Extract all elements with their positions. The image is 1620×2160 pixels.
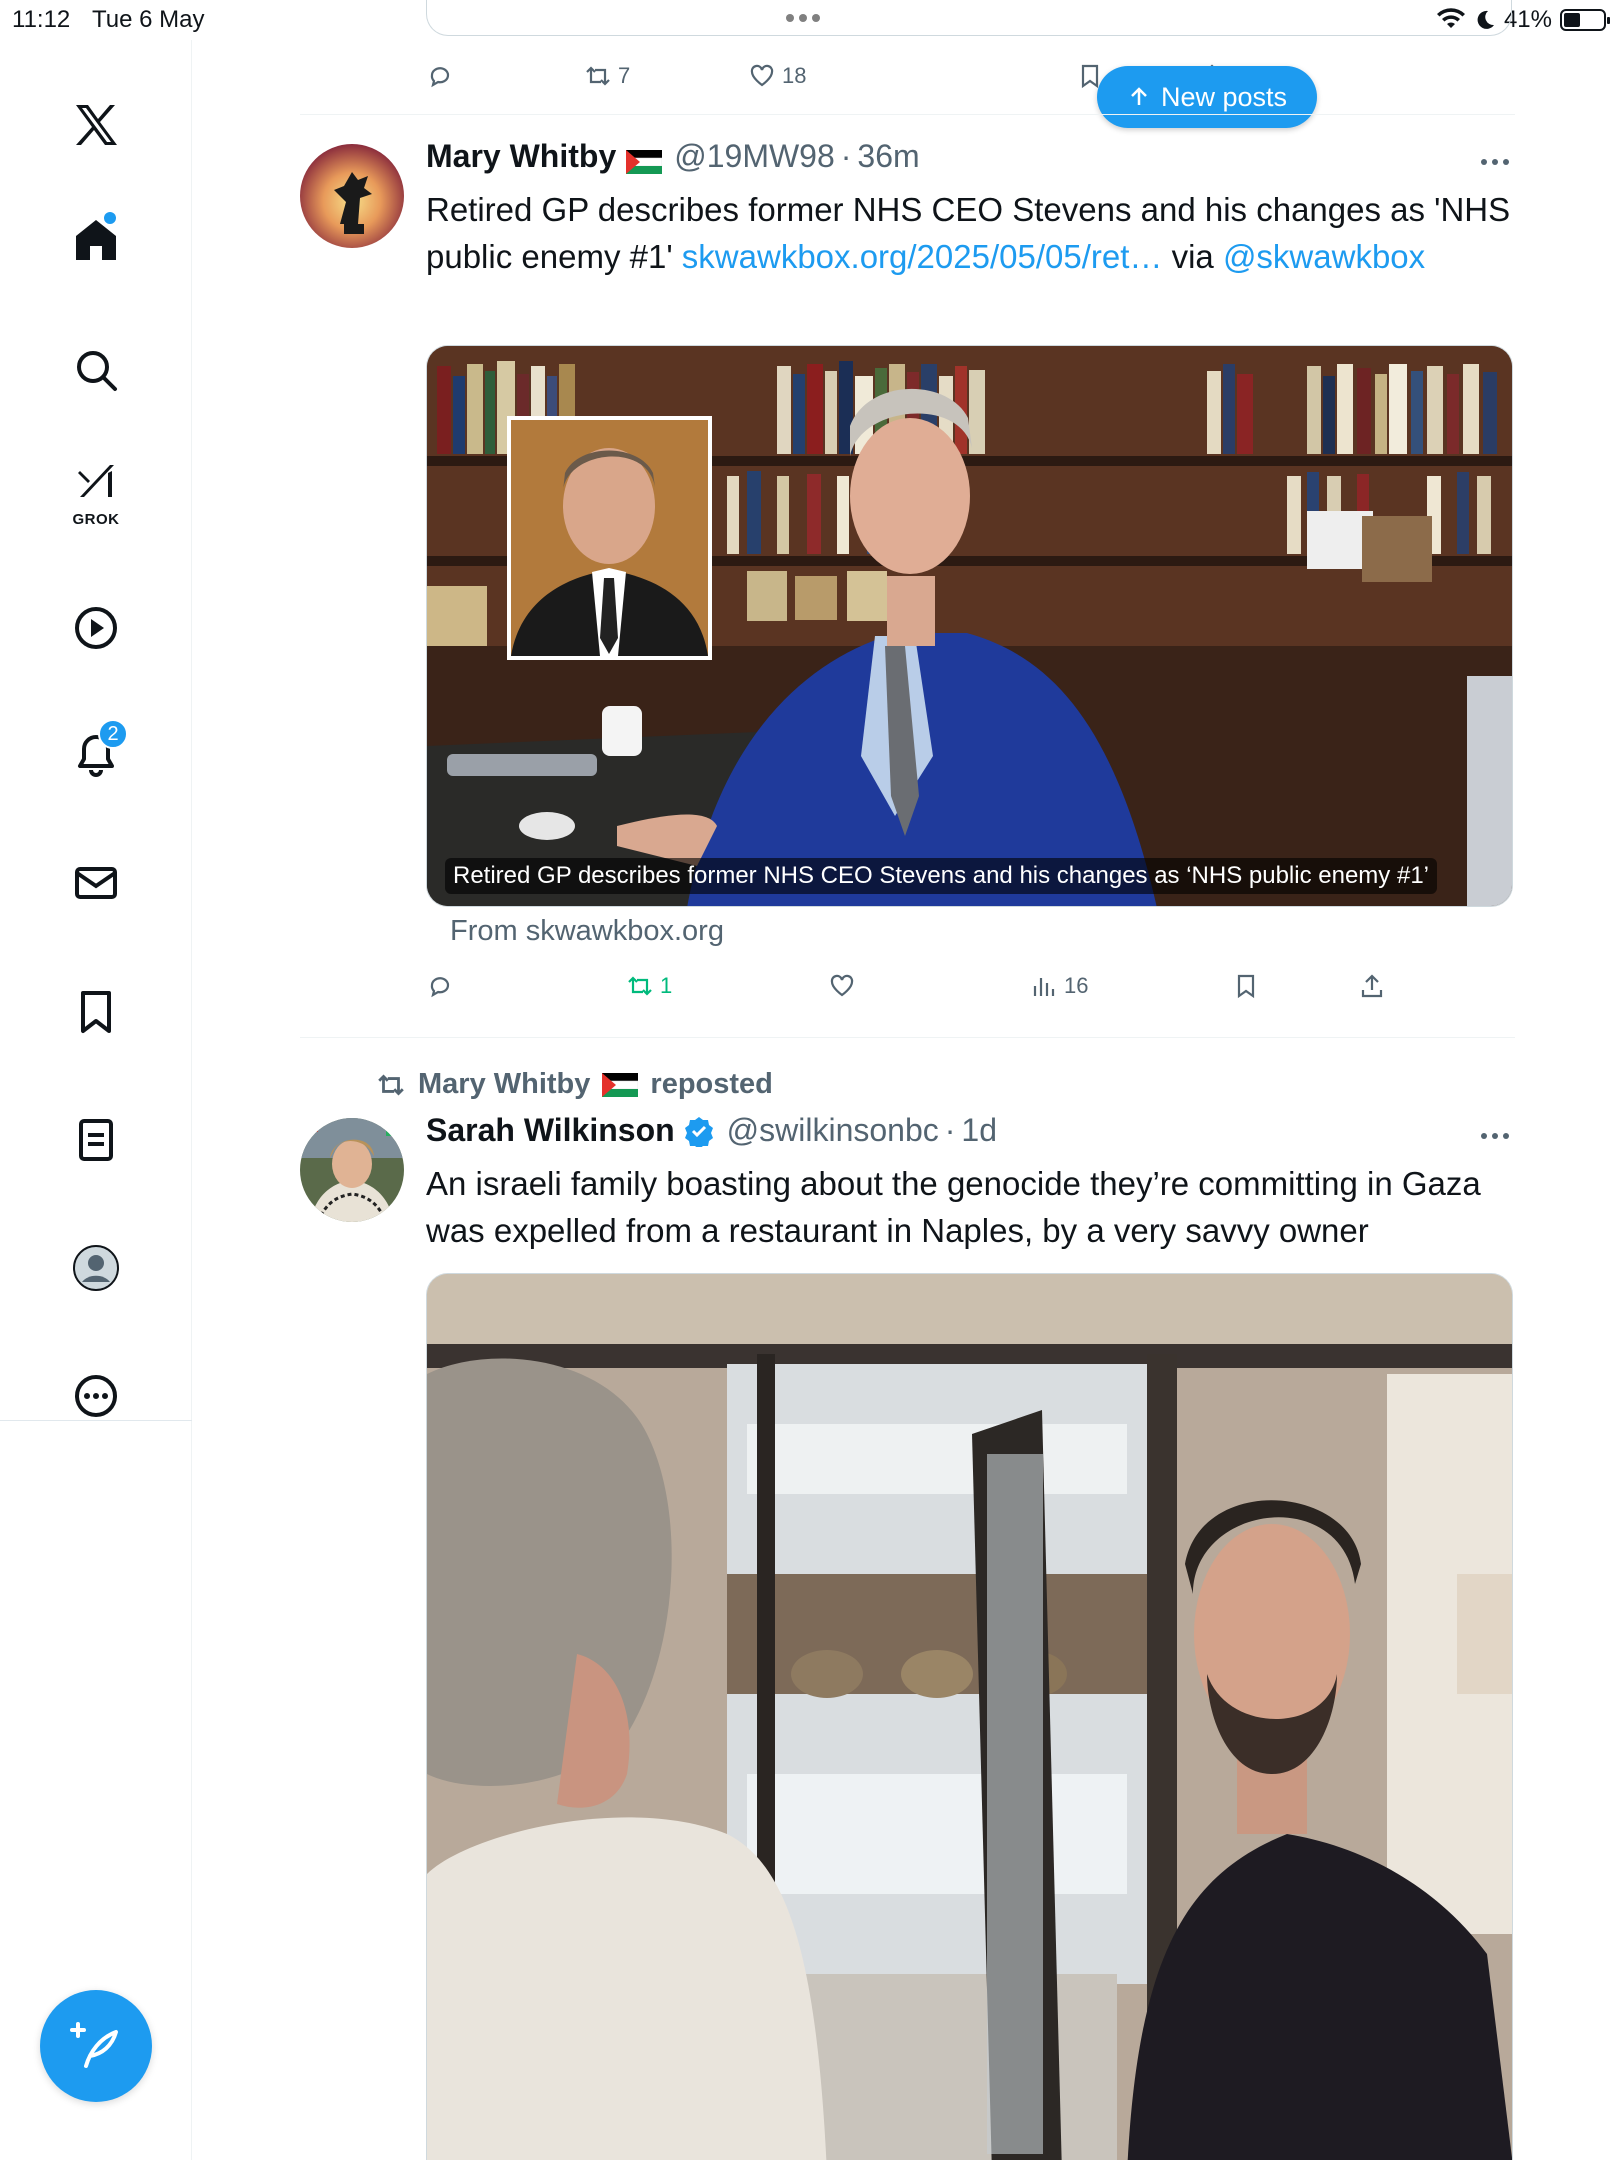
author-handle[interactable]: @19MW98 xyxy=(674,138,835,175)
arrow-up-icon xyxy=(1131,87,1147,105)
dot-separator: · xyxy=(944,1112,956,1148)
link-source[interactable]: From skwawkbox.org xyxy=(450,915,724,948)
tweet-actions: 1 16 xyxy=(426,966,1516,1006)
tweet-separator xyxy=(300,1037,1515,1038)
new-posts-label: New posts xyxy=(1160,81,1288,112)
more-options-button[interactable] xyxy=(1475,1126,1515,1146)
reply-button[interactable] xyxy=(426,56,454,96)
grok-label: GROK xyxy=(72,511,120,528)
like-button[interactable]: 18 xyxy=(748,56,806,96)
tweet-mention[interactable]: @skwawkbox xyxy=(1223,238,1425,275)
link-card-image[interactable]: Retired GP describes former NHS CEO Stev… xyxy=(426,345,1513,907)
author-name[interactable]: Sarah Wilkinson xyxy=(426,1112,675,1149)
tweet-text-via: via xyxy=(1162,238,1223,275)
retweet-icon xyxy=(628,976,652,996)
bookmark-icon xyxy=(1237,974,1255,999)
nav-messages[interactable] xyxy=(56,843,136,923)
author-handle[interactable]: @swilkinsonbc xyxy=(727,1112,939,1149)
new-posts-pill[interactable]: New posts xyxy=(1097,66,1317,128)
palestine-flag-icon xyxy=(625,145,663,174)
timeline: 7 18 New posts Mary Whitby @19MW98 · 36m… xyxy=(300,0,1515,2160)
heart-icon xyxy=(830,974,854,997)
tweet-link[interactable]: skwawkbox.org/2025/05/05/ret… xyxy=(682,238,1163,275)
avatar[interactable] xyxy=(300,1118,404,1222)
retweet-icon xyxy=(378,1073,404,1096)
play-icon xyxy=(75,607,117,649)
profile-avatar-icon xyxy=(73,1245,119,1291)
liver-bird-avatar-image xyxy=(300,144,404,248)
sidebar-divider xyxy=(0,1420,192,1421)
retweet-count: 7 xyxy=(618,63,631,88)
reposted-label: reposted xyxy=(650,1068,773,1100)
retweet-icon xyxy=(586,66,610,86)
bookmark-icon xyxy=(81,991,111,1033)
sarah-avatar-image xyxy=(300,1118,404,1222)
view-count: 16 xyxy=(1064,973,1089,998)
video-player[interactable] xyxy=(426,1273,1513,2160)
nav-bookmarks[interactable] xyxy=(56,972,136,1052)
notifications-badge: 2 xyxy=(98,719,128,749)
nav-grok[interactable]: GROK xyxy=(56,450,136,530)
retweet-count: 1 xyxy=(660,973,673,998)
nav-explore[interactable] xyxy=(56,330,136,410)
tweet-text: An israeli family boasting about the gen… xyxy=(426,1165,1481,1249)
verified-badge-icon xyxy=(683,1115,715,1149)
compose-feather-icon xyxy=(70,2022,118,2068)
like-button[interactable] xyxy=(828,966,856,1006)
reply-icon xyxy=(430,67,450,88)
views-button[interactable]: 16 xyxy=(1030,966,1088,1006)
reposter-name[interactable]: Mary Whitby xyxy=(418,1068,590,1101)
palestine-flag-icon xyxy=(602,1072,639,1097)
sidebar: GROK 2 xyxy=(0,40,192,2160)
nav-lists[interactable] xyxy=(56,1100,136,1180)
reply-icon xyxy=(430,977,450,998)
restaurant-video-frame-image xyxy=(427,1274,1512,2160)
x-logo-icon xyxy=(76,105,117,145)
nav-profile[interactable] xyxy=(56,1228,136,1308)
previous-tweet-card-edge xyxy=(426,0,1512,36)
grok-icon xyxy=(78,465,114,497)
nav-more[interactable] xyxy=(56,1356,136,1436)
status-time: 11:12 xyxy=(12,6,71,33)
tweet-separator xyxy=(300,114,1515,115)
nav-home[interactable] xyxy=(56,200,136,280)
tweet-time[interactable]: 36m xyxy=(857,138,919,175)
search-icon xyxy=(77,351,117,391)
lists-icon xyxy=(79,1119,113,1161)
analytics-icon xyxy=(1033,978,1055,996)
office-photo-image xyxy=(427,346,1512,906)
more-options-button[interactable] xyxy=(1475,152,1515,172)
x-logo[interactable] xyxy=(56,85,136,165)
compose-button[interactable] xyxy=(40,1990,152,2102)
battery-icon xyxy=(1560,9,1610,31)
repost-indicator[interactable]: Mary Whitby reposted xyxy=(376,1068,773,1101)
home-unread-dot xyxy=(104,212,116,224)
avatar[interactable] xyxy=(300,144,404,248)
heart-icon xyxy=(750,64,774,87)
retweet-button[interactable]: 7 xyxy=(584,56,630,96)
author-name[interactable]: Mary Whitby xyxy=(426,138,616,175)
retweet-button[interactable]: 1 xyxy=(626,966,672,1006)
dot-separator: · xyxy=(840,138,852,174)
nav-video[interactable] xyxy=(56,588,136,668)
nav-notifications[interactable]: 2 xyxy=(56,715,136,795)
more-circle-icon xyxy=(75,1375,117,1417)
share-icon xyxy=(1361,974,1383,998)
reply-button[interactable] xyxy=(426,966,454,1006)
tweet-text: Retired GP describes former NHS CEO Stev… xyxy=(426,186,1511,280)
media-caption: Retired GP describes former NHS CEO Stev… xyxy=(445,858,1437,894)
like-count: 18 xyxy=(782,63,807,88)
mail-icon xyxy=(75,867,117,899)
bookmark-button[interactable] xyxy=(1232,966,1260,1006)
prev-tweet-actions: 7 18 xyxy=(426,56,1516,96)
share-button[interactable] xyxy=(1358,966,1386,1006)
status-date: Tue 6 May xyxy=(92,6,205,33)
tweet-time[interactable]: 1d xyxy=(961,1112,997,1149)
